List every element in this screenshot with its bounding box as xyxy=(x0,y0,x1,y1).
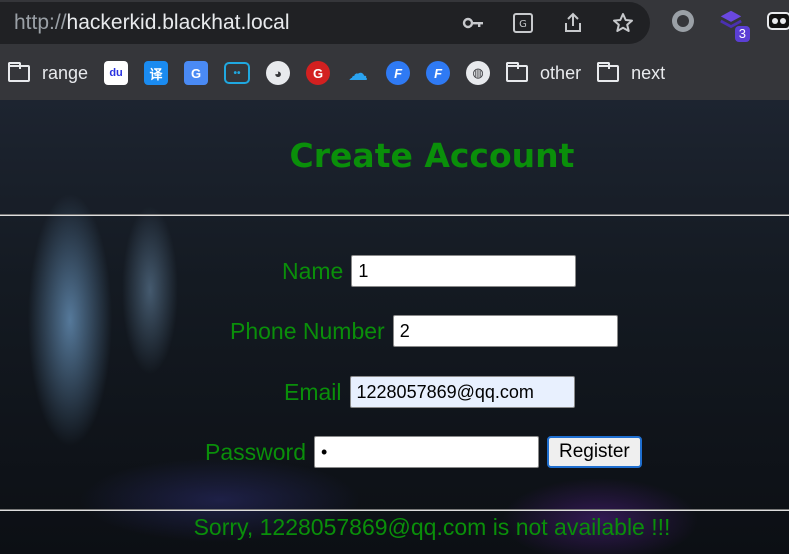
name-label: Name xyxy=(282,257,344,284)
svg-text:G: G xyxy=(519,19,527,30)
bookmark-translate[interactable]: 译 xyxy=(144,61,169,85)
extensions-row: 3 xyxy=(670,8,789,42)
f-icon-2: F xyxy=(426,61,451,85)
folder-icon xyxy=(8,61,30,82)
bookmark-globe[interactable]: ◍ xyxy=(466,61,491,85)
url-actions: G xyxy=(460,10,636,36)
bilibili-icon: •• xyxy=(224,62,251,84)
phone-label: Phone Number xyxy=(230,317,385,344)
browser-chrome: http://hackerkid.blackhat.local G 3 rang… xyxy=(0,0,789,100)
register-button[interactable]: Register xyxy=(546,436,642,468)
bookmark-label: next xyxy=(631,62,666,83)
share-icon[interactable] xyxy=(560,10,586,36)
phone-input[interactable] xyxy=(392,315,618,347)
name-input[interactable] xyxy=(351,255,577,287)
bookmark-baidu[interactable]: du xyxy=(104,61,129,85)
bookmark-label: range xyxy=(42,62,89,83)
email-row: Email xyxy=(284,376,575,408)
address-bar-row: http://hackerkid.blackhat.local G 3 xyxy=(0,0,789,46)
record-extension-icon[interactable] xyxy=(670,8,696,34)
divider-top xyxy=(0,214,789,216)
github-icon: ◕ xyxy=(266,61,291,85)
layers-extension-icon[interactable]: 3 xyxy=(718,8,750,42)
name-row: Name xyxy=(282,255,577,287)
folder-icon xyxy=(597,61,620,82)
bookmark-g[interactable]: G xyxy=(306,61,331,85)
bookmark-next[interactable]: next xyxy=(597,61,666,84)
status-message: Sorry, 1228057869@qq.com is not availabl… xyxy=(193,514,671,540)
f-icon: F xyxy=(386,61,411,85)
bookmarks-bar: range du 译 G •• ◕ G ☁ F F ◍ other next xyxy=(0,54,789,92)
email-input[interactable] xyxy=(349,376,575,408)
bookmark-other[interactable]: other xyxy=(506,61,582,84)
bookmark-label: other xyxy=(540,62,582,83)
translate-page-icon[interactable]: G xyxy=(510,10,536,36)
globe-icon: ◍ xyxy=(466,61,491,85)
divider-bottom xyxy=(0,509,789,511)
folder-icon xyxy=(506,61,529,82)
translate-icon: 译 xyxy=(144,61,169,85)
password-label: Password xyxy=(205,438,306,465)
bookmark-star-icon[interactable] xyxy=(610,10,636,36)
bookmark-bilibili[interactable]: •• xyxy=(224,62,251,84)
page-title: Create Account xyxy=(289,136,575,175)
url-scheme: http:// xyxy=(14,11,67,34)
bookmark-google-translate[interactable]: G xyxy=(184,61,209,85)
google-translate-icon: G xyxy=(184,61,209,85)
password-input[interactable] xyxy=(313,436,539,468)
password-row: Password Register xyxy=(205,436,642,468)
g-icon: G xyxy=(306,61,331,85)
key-icon[interactable] xyxy=(460,10,486,36)
phone-row: Phone Number xyxy=(230,315,618,347)
url-host: hackerkid.blackhat.local xyxy=(66,11,290,34)
extension-badge: 3 xyxy=(734,26,750,42)
bookmark-cloud[interactable]: ☁ xyxy=(346,61,370,85)
bookmark-f[interactable]: F xyxy=(386,61,411,85)
bookmark-range[interactable]: range xyxy=(8,61,89,84)
glasses-extension-icon[interactable] xyxy=(766,8,789,34)
page-content: Create Account Name Phone Number Email P… xyxy=(0,100,789,554)
bookmark-f-2[interactable]: F xyxy=(426,61,451,85)
cloud-icon: ☁ xyxy=(348,62,369,85)
baidu-icon: du xyxy=(104,61,129,85)
bookmark-github[interactable]: ◕ xyxy=(266,61,291,85)
email-label: Email xyxy=(284,378,342,405)
